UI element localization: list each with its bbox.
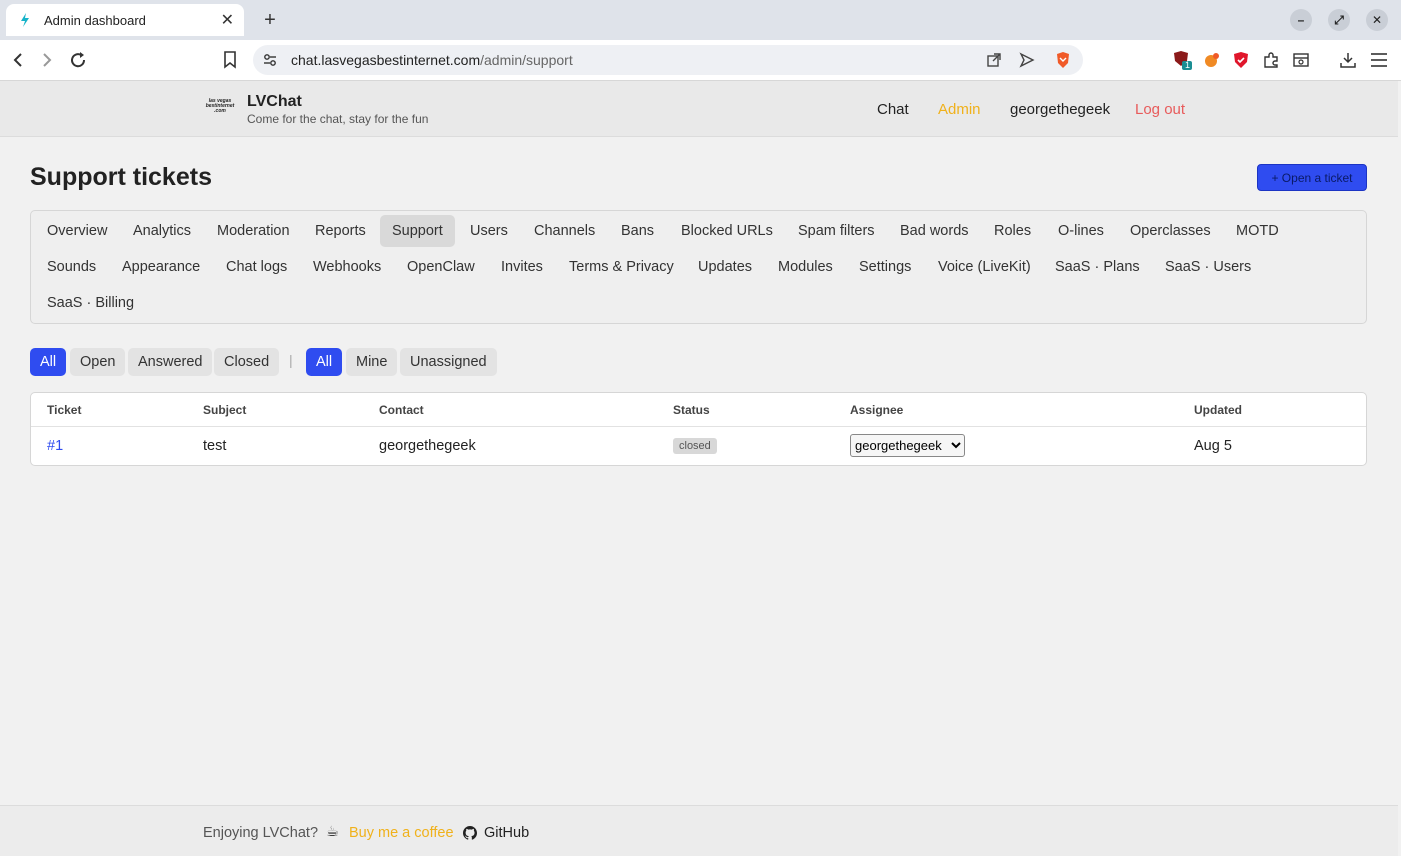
admin-nav-reports[interactable]: Reports (303, 215, 378, 247)
admin-nav-saas-users[interactable]: SaaS · Users (1153, 251, 1263, 283)
admin-nav-webhooks[interactable]: Webhooks (301, 251, 393, 283)
filter-status-all[interactable]: All (30, 348, 67, 376)
admin-nav-sounds[interactable]: Sounds (35, 251, 108, 283)
browser-toolbar: chat.lasvegasbestinternet.com/admin/supp… (0, 40, 1401, 81)
admin-nav-motd[interactable]: MOTD (1224, 215, 1291, 247)
col-header-status: Status (673, 403, 710, 417)
download-icon[interactable] (1336, 48, 1360, 72)
browser-tab[interactable]: Admin dashboard ✕ (6, 4, 244, 36)
coffee-icon: ☕ (326, 824, 339, 840)
admin-nav: Overview Analytics Moderation Reports Su… (30, 210, 1367, 324)
back-icon[interactable] (6, 48, 30, 72)
github-icon (463, 826, 477, 844)
filter-assign-mine[interactable]: Mine (346, 348, 398, 376)
ticket-updated: Aug 5 (1194, 438, 1232, 454)
open-ticket-button[interactable]: + Open a ticket (1257, 164, 1367, 191)
admin-nav-settings[interactable]: Settings (847, 251, 923, 283)
col-header-ticket: Ticket (47, 403, 82, 417)
extension-fire-icon[interactable] (1200, 48, 1224, 72)
filter-separator: | (289, 352, 293, 368)
nav-chat-link[interactable]: Chat (877, 101, 909, 118)
filter-assign-all[interactable]: All (306, 348, 343, 376)
maximize-icon[interactable]: ⤢ (1328, 9, 1350, 31)
filter-status-closed[interactable]: Closed (214, 348, 280, 376)
filter-assign-unassigned[interactable]: Unassigned (400, 348, 497, 376)
admin-nav-roles[interactable]: Roles (982, 215, 1043, 247)
lightning-icon (18, 13, 32, 27)
site-logo[interactable]: las vegas bestinternet .com (203, 99, 237, 119)
wallet-icon[interactable] (1289, 48, 1313, 72)
admin-nav-invites[interactable]: Invites (489, 251, 555, 283)
close-tab-icon[interactable]: ✕ (221, 10, 234, 30)
extension-shield-icon[interactable]: 1 (1170, 48, 1194, 72)
table-divider (31, 426, 1366, 427)
admin-nav-bad-words[interactable]: Bad words (888, 215, 981, 247)
admin-nav-appearance[interactable]: Appearance (110, 251, 212, 283)
app-header: las vegas bestinternet .com LVChat Come fo… (0, 81, 1398, 137)
footer: Enjoying LVChat? ☕ Buy me a coffee GitHu… (0, 805, 1398, 856)
extension-badge: 1 (1185, 60, 1191, 70)
admin-nav-channels[interactable]: Channels (522, 215, 607, 247)
admin-nav-modules[interactable]: Modules (766, 251, 845, 283)
filter-status-answered[interactable]: Answered (128, 348, 213, 376)
new-tab-icon[interactable]: + (258, 8, 282, 32)
admin-nav-terms-privacy[interactable]: Terms & Privacy (557, 251, 686, 283)
admin-nav-o-lines[interactable]: O-lines (1046, 215, 1116, 247)
admin-nav-analytics[interactable]: Analytics (121, 215, 203, 247)
admin-nav-support[interactable]: Support (380, 215, 455, 247)
tab-title: Admin dashboard (44, 12, 146, 28)
minimize-icon[interactable]: – (1290, 9, 1312, 31)
address-bar[interactable]: chat.lasvegasbestinternet.com/admin/supp… (253, 45, 1083, 75)
tickets-table: Ticket Subject Contact Status Assignee U… (30, 392, 1367, 466)
admin-nav-users[interactable]: Users (458, 215, 520, 247)
col-header-contact: Contact (379, 403, 424, 417)
close-window-icon[interactable]: ✕ (1366, 9, 1388, 31)
site-settings-icon[interactable] (263, 53, 277, 72)
footer-enjoying-text: Enjoying LVChat? (203, 825, 319, 841)
admin-nav-voice-livekit[interactable]: Voice (LiveKit) (926, 251, 1043, 283)
nav-admin-link[interactable]: Admin (938, 101, 981, 118)
ticket-subject: test (203, 438, 227, 454)
page-title: Support tickets (30, 163, 212, 191)
admin-nav-updates[interactable]: Updates (686, 251, 764, 283)
col-header-subject: Subject (203, 403, 247, 417)
extension-shield-red-icon[interactable] (1229, 48, 1253, 72)
ticket-link[interactable]: #1 (47, 438, 63, 454)
assignee-select[interactable]: georgethegeek (850, 434, 965, 457)
reload-icon[interactable] (66, 48, 90, 72)
admin-nav-chat-logs[interactable]: Chat logs (214, 251, 299, 283)
admin-nav-openclaw[interactable]: OpenClaw (395, 251, 487, 283)
puzzle-icon[interactable] (1259, 48, 1283, 72)
admin-nav-bans[interactable]: Bans (609, 215, 666, 247)
status-badge: closed (673, 438, 717, 454)
brand-name: LVChat (247, 93, 302, 110)
browser-tab-bar: Admin dashboard ✕ + – ⤢ ✕ (0, 0, 1401, 40)
forward-icon[interactable] (35, 48, 59, 72)
admin-nav-saas-billing[interactable]: SaaS · Billing (35, 287, 146, 319)
admin-nav-saas-plans[interactable]: SaaS · Plans (1043, 251, 1152, 283)
send-icon[interactable] (1019, 52, 1035, 73)
brave-shield-icon[interactable] (1055, 51, 1071, 74)
admin-nav-operclasses[interactable]: Operclasses (1118, 215, 1223, 247)
url-text: chat.lasvegasbestinternet.com/admin/supp… (291, 52, 573, 68)
col-header-updated: Updated (1194, 403, 1242, 417)
nav-user-link[interactable]: georgethegeek (1010, 101, 1110, 118)
menu-icon[interactable] (1367, 48, 1391, 72)
github-link[interactable]: GitHub (484, 825, 529, 841)
open-external-icon[interactable] (986, 52, 1002, 73)
admin-nav-spam-filters[interactable]: Spam filters (786, 215, 887, 247)
admin-nav-blocked-urls[interactable]: Blocked URLs (669, 215, 785, 247)
tagline: Come for the chat, stay for the fun (247, 112, 429, 126)
buy-coffee-link[interactable]: Buy me a coffee (349, 825, 454, 841)
admin-nav-moderation[interactable]: Moderation (205, 215, 302, 247)
admin-nav-overview[interactable]: Overview (35, 215, 119, 247)
ticket-contact: georgethegeek (379, 438, 476, 454)
bookmark-icon[interactable] (218, 48, 242, 72)
filter-status-open[interactable]: Open (70, 348, 126, 376)
nav-logout-link[interactable]: Log out (1135, 101, 1185, 118)
col-header-assignee: Assignee (850, 403, 904, 417)
